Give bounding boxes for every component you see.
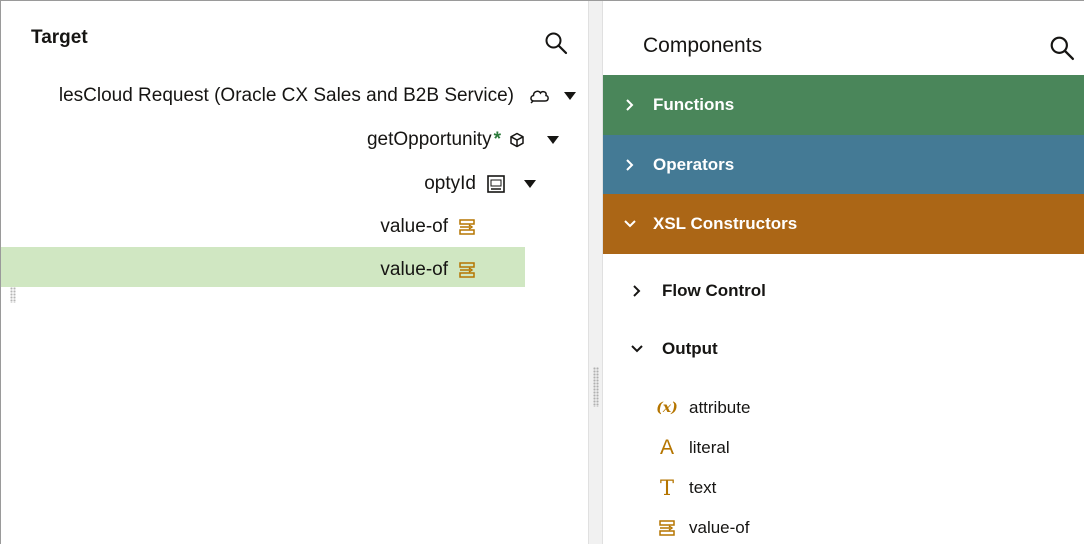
tree-node-getopportunity[interactable]: getOpportunity * bbox=[367, 129, 559, 151]
chevron-right-icon bbox=[633, 285, 641, 297]
tree-node-label: optyId bbox=[424, 173, 476, 194]
component-text[interactable]: T text bbox=[655, 476, 716, 500]
component-label: value-of bbox=[689, 518, 750, 537]
value-of-icon bbox=[459, 262, 475, 278]
subsection-output[interactable]: Output bbox=[603, 339, 718, 359]
panel-splitter[interactable] bbox=[588, 1, 603, 544]
component-literal[interactable]: A literal bbox=[655, 436, 730, 460]
component-attribute[interactable]: (x) attribute bbox=[655, 396, 750, 420]
mapper-window: Target lesCloud Request (Oracle CX Sales… bbox=[0, 0, 1084, 544]
tree-node-label: lesCloud Request (Oracle CX Sales and B2… bbox=[58, 85, 514, 106]
value-of-icon bbox=[459, 219, 475, 235]
target-panel-title: Target bbox=[31, 27, 88, 48]
component-label: text bbox=[689, 478, 717, 497]
expand-caret-icon[interactable] bbox=[524, 180, 536, 188]
tree-node-optyid[interactable]: optyId bbox=[424, 173, 536, 195]
component-label: literal bbox=[689, 438, 730, 457]
components-panel: Components Functions Operators XSL Const… bbox=[603, 1, 1084, 544]
target-panel: Target lesCloud Request (Oracle CX Sales… bbox=[1, 1, 588, 544]
text-icon: T bbox=[659, 476, 674, 500]
cube-icon bbox=[510, 132, 524, 148]
search-icon[interactable] bbox=[1049, 35, 1075, 61]
category-functions[interactable]: Functions bbox=[603, 75, 1084, 135]
tree-node-label: value-of bbox=[380, 259, 448, 280]
literal-icon: A bbox=[659, 436, 674, 459]
subsection-label: Flow Control bbox=[662, 281, 766, 300]
number-field-icon bbox=[487, 175, 505, 193]
cloud-icon bbox=[530, 90, 549, 104]
expand-caret-icon[interactable] bbox=[564, 92, 576, 100]
chevron-down-icon bbox=[624, 220, 636, 228]
value-of-icon bbox=[655, 516, 679, 540]
component-value-of[interactable]: value-of bbox=[655, 516, 749, 540]
category-xsl-constructors[interactable]: XSL Constructors bbox=[603, 194, 1084, 254]
tree-node-value-of-selected[interactable]: value-of bbox=[380, 259, 476, 281]
expand-caret-icon[interactable] bbox=[547, 136, 559, 144]
subsection-label: Output bbox=[662, 339, 718, 358]
attribute-icon: (x) bbox=[656, 400, 678, 416]
tree-node-label: getOpportunity bbox=[366, 129, 492, 150]
tree-node-cloud-request[interactable]: lesCloud Request (Oracle CX Sales and B2… bbox=[59, 85, 576, 107]
category-operators[interactable]: Operators bbox=[603, 135, 1084, 195]
category-label: Functions bbox=[653, 95, 735, 114]
tree-node-label: value-of bbox=[380, 216, 448, 237]
category-label: Operators bbox=[653, 155, 735, 174]
chevron-down-icon bbox=[631, 345, 643, 353]
chevron-right-icon bbox=[626, 159, 634, 171]
category-label: XSL Constructors bbox=[653, 214, 798, 233]
components-panel-title: Components bbox=[643, 34, 763, 57]
tree-node-value-of[interactable]: value-of bbox=[380, 216, 476, 238]
component-label: attribute bbox=[689, 398, 751, 417]
chevron-right-icon bbox=[626, 99, 634, 111]
splitter-grip[interactable] bbox=[593, 367, 599, 407]
search-icon[interactable] bbox=[544, 31, 568, 55]
required-marker: * bbox=[493, 129, 501, 150]
subsection-flow-control[interactable]: Flow Control bbox=[603, 281, 766, 301]
